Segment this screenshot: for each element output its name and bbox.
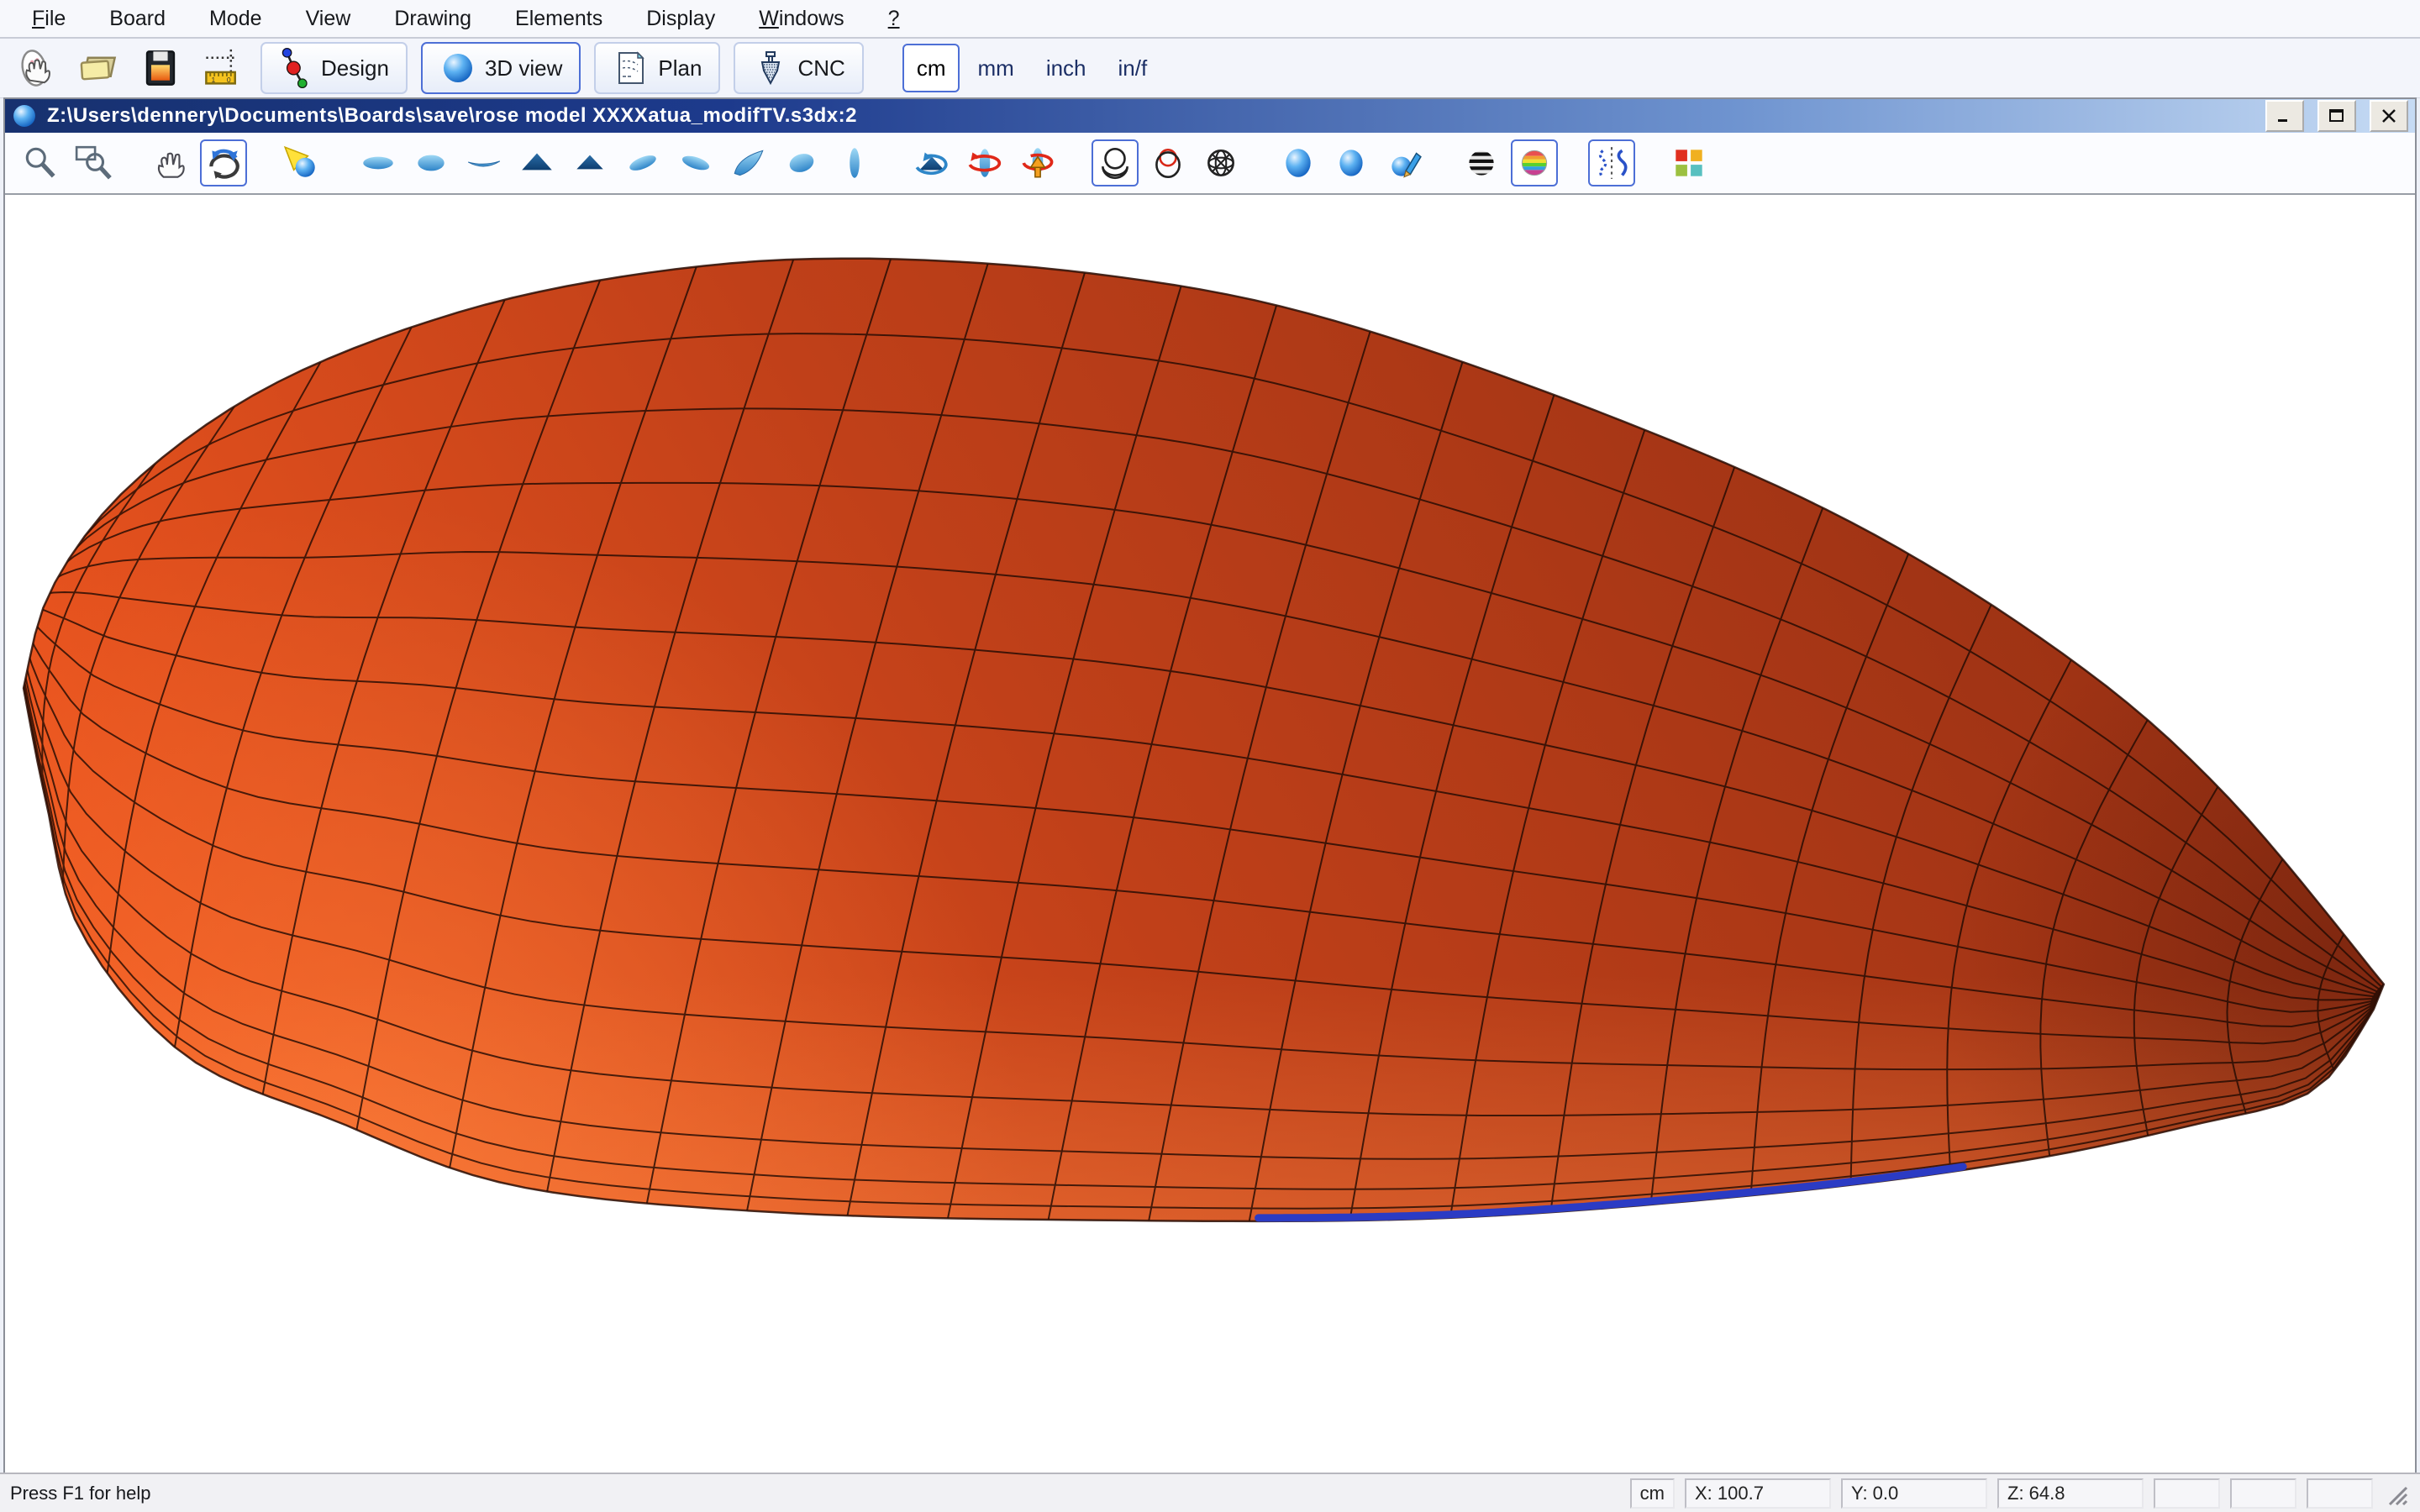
plan-button[interactable]: Plan — [594, 42, 720, 94]
menu-windows[interactable]: Windows — [737, 7, 865, 31]
window-title: Z:\Users\dennery\Documents\Boards\save\r… — [47, 104, 2252, 128]
display-stripes-icon[interactable] — [1458, 139, 1505, 186]
menu-view[interactable]: View — [284, 7, 373, 31]
dimensions-icon[interactable]: 10 — [198, 44, 247, 92]
unit-inf[interactable]: in/f — [1104, 44, 1162, 92]
cnc-button-label: CNC — [797, 55, 844, 81]
unit-mm[interactable]: mm — [963, 44, 1028, 92]
menu-elements[interactable]: Elements — [493, 7, 624, 31]
design-button[interactable]: Design — [260, 42, 408, 94]
display-mesh-icon[interactable] — [1197, 139, 1244, 186]
status-extra-1 — [2154, 1478, 2220, 1509]
board-render — [5, 195, 2415, 1473]
display-paint-icon[interactable] — [1381, 139, 1428, 186]
view-vertical-icon[interactable] — [831, 139, 878, 186]
view-toolbar — [5, 133, 2415, 195]
maximize-button[interactable] — [2317, 100, 2356, 132]
save-icon[interactable] — [136, 44, 185, 92]
view-side-icon[interactable] — [460, 139, 508, 186]
open-icon[interactable] — [74, 44, 123, 92]
view-top-icon[interactable] — [355, 139, 402, 186]
menu-help[interactable]: ? — [866, 7, 922, 31]
rotate-horizontal-icon[interactable] — [908, 139, 955, 186]
rotate-pitch-icon[interactable] — [1014, 139, 1061, 186]
view3d-button-label: 3D view — [485, 55, 562, 81]
status-x: X: 100.7 — [1685, 1478, 1831, 1509]
display-wireframe-red-icon[interactable] — [1144, 139, 1192, 186]
document-window: Z:\Users\dennery\Documents\Boards\save\r… — [3, 97, 2417, 1474]
view-perspective-2-icon[interactable] — [672, 139, 719, 186]
design-nodes-icon — [279, 46, 313, 90]
plan-button-label: Plan — [658, 55, 702, 81]
menu-bar: File Board Mode View Drawing Elements Di… — [0, 0, 2420, 39]
zoom-window-icon[interactable] — [70, 139, 117, 186]
display-solid-icon[interactable] — [1275, 139, 1322, 186]
palette-icon[interactable] — [1665, 139, 1712, 186]
status-help-text: Press F1 for help — [10, 1483, 151, 1504]
status-unit: cm — [1630, 1478, 1675, 1509]
display-wireframe-icon[interactable] — [1092, 139, 1139, 186]
view-perspective-1-icon[interactable] — [619, 139, 666, 186]
menu-board[interactable]: Board — [87, 7, 187, 31]
flow-lines-icon[interactable] — [1588, 139, 1635, 186]
menu-display[interactable]: Display — [624, 7, 737, 31]
sphere-icon — [439, 50, 476, 87]
app-sphere-icon — [12, 103, 37, 129]
design-button-label: Design — [321, 55, 389, 81]
menu-mode[interactable]: Mode — [187, 7, 284, 31]
view-perspective-3-icon[interactable] — [725, 139, 772, 186]
resize-grip[interactable] — [2381, 1479, 2410, 1508]
new-board-icon[interactable] — [12, 44, 60, 92]
svg-text:0: 0 — [227, 76, 231, 84]
zoom-icon[interactable] — [17, 139, 64, 186]
cnc-bit-icon — [752, 50, 789, 87]
light-icon[interactable] — [277, 139, 324, 186]
window-title-bar[interactable]: Z:\Users\dennery\Documents\Boards\save\r… — [5, 99, 2415, 133]
pan-icon[interactable] — [147, 139, 194, 186]
view-bottom-icon[interactable] — [408, 139, 455, 186]
unit-cm[interactable]: cm — [902, 44, 960, 92]
status-extra-3 — [2307, 1478, 2373, 1509]
units-group: cm mm inch in/f — [902, 44, 1161, 92]
cnc-button[interactable]: CNC — [734, 42, 863, 94]
main-toolbar: 10 Design 3D view Plan CNC cm mm inch in… — [0, 39, 2420, 98]
svg-text:1: 1 — [212, 76, 216, 84]
shape3d-app: File Board Mode View Drawing Elements Di… — [0, 0, 2420, 1512]
viewport-3d[interactable] — [5, 195, 2415, 1473]
menu-file[interactable]: File — [10, 7, 87, 31]
status-extra-2 — [2230, 1478, 2296, 1509]
status-y: Y: 0.0 — [1841, 1478, 1987, 1509]
unit-inch[interactable]: inch — [1032, 44, 1101, 92]
view3d-button[interactable]: 3D view — [421, 42, 581, 94]
status-bar: Press F1 for help cm X: 100.7 Y: 0.0 Z: … — [0, 1473, 2420, 1512]
status-z: Z: 64.8 — [1997, 1478, 2144, 1509]
minimize-button[interactable] — [2265, 100, 2304, 132]
rotate-3d-icon[interactable] — [200, 139, 247, 186]
view-back-icon[interactable] — [566, 139, 613, 186]
display-shaded-icon[interactable] — [1328, 139, 1375, 186]
view-front-icon[interactable] — [513, 139, 560, 186]
close-button[interactable] — [2370, 100, 2408, 132]
view-perspective-4-icon[interactable] — [778, 139, 825, 186]
display-curvature-icon[interactable] — [1511, 139, 1558, 186]
menu-drawing[interactable]: Drawing — [372, 7, 493, 31]
plan-sheet-icon — [613, 50, 650, 87]
rotate-yaw-icon[interactable] — [961, 139, 1008, 186]
